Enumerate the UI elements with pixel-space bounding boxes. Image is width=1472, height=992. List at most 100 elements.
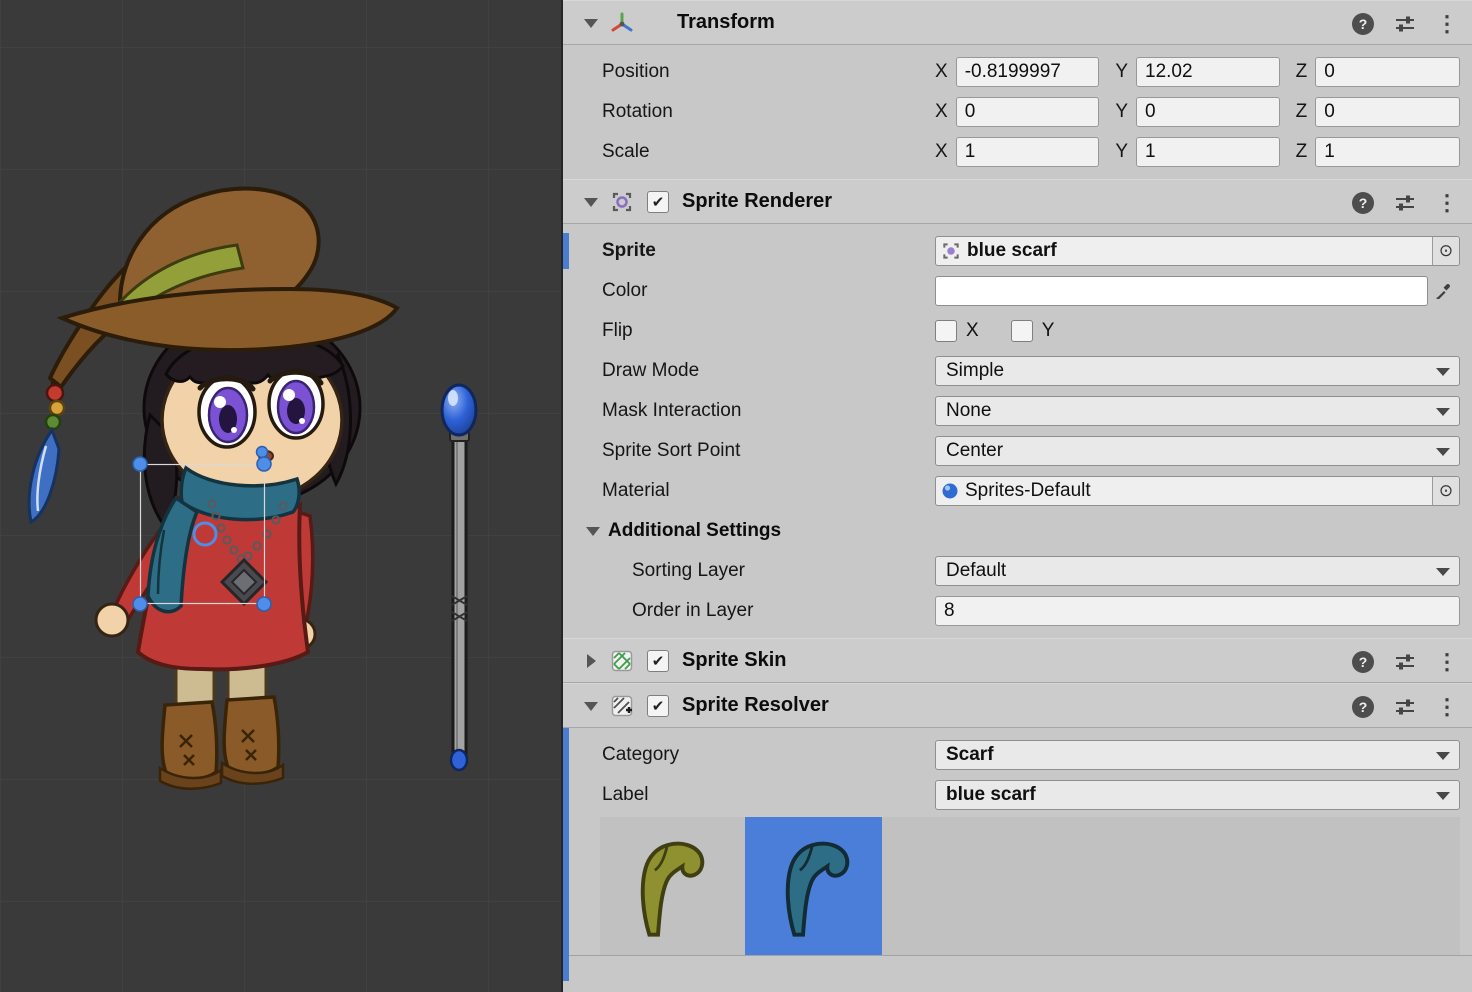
scene-view[interactable]: [0, 0, 563, 992]
sprite-mini-icon: [941, 241, 961, 261]
sorting-layer-row: Sorting Layer Default: [563, 551, 1472, 591]
axis-y-label: Y: [1115, 101, 1128, 123]
component-title: Transform: [677, 11, 775, 34]
material-row: Material Sprites-Default ⊙: [563, 471, 1472, 511]
axis-z-label: Z: [1296, 101, 1308, 123]
scale-label: Scale: [602, 141, 935, 163]
sprite-resolver-body: Category Scarf Label blue scarf: [563, 728, 1472, 981]
sprite-sort-point-row: Sprite Sort Point Center: [563, 431, 1472, 471]
foldout-closed-icon[interactable]: [583, 653, 599, 669]
label-dropdown[interactable]: blue scarf: [935, 780, 1460, 810]
sorting-layer-label: Sorting Layer: [602, 560, 935, 582]
label-row: Label blue scarf: [563, 775, 1472, 815]
sprite-resolver-icon: [609, 693, 635, 719]
sprite-skin-icon: [609, 648, 635, 674]
help-icon[interactable]: ?: [1352, 192, 1374, 214]
object-picker-icon[interactable]: ⊙: [1432, 477, 1459, 505]
eyedropper-icon[interactable]: [1428, 276, 1460, 306]
component-enabled-checkbox[interactable]: ✔: [647, 191, 669, 213]
color-swatch[interactable]: [935, 276, 1428, 306]
label-value: blue scarf: [946, 784, 1036, 806]
scale-row: Scale X1 Y1 Z1: [563, 132, 1472, 172]
foldout-open-icon[interactable]: [583, 698, 599, 714]
material-mini-icon: [941, 482, 959, 500]
flip-y-label: Y: [1042, 320, 1055, 342]
draw-mode-label: Draw Mode: [602, 360, 935, 382]
kebab-menu-icon[interactable]: ⋮: [1436, 13, 1458, 35]
sprite-value: blue scarf: [967, 240, 1426, 262]
component-title: Sprite Renderer: [682, 190, 832, 213]
sprite-row: Sprite blue scarf ⊙: [563, 231, 1472, 271]
draw-mode-row: Draw Mode Simple: [563, 351, 1472, 391]
help-icon[interactable]: ?: [1352, 651, 1374, 673]
sprite-renderer-header[interactable]: ✔ Sprite Renderer ? ⋮: [563, 179, 1472, 224]
help-icon[interactable]: ?: [1352, 13, 1374, 35]
mask-interaction-row: Mask Interaction None: [563, 391, 1472, 431]
presets-icon[interactable]: [1394, 651, 1416, 673]
presets-icon[interactable]: [1394, 192, 1416, 214]
scale-x-field[interactable]: 1: [956, 137, 1100, 167]
sprite-renderer-icon: [609, 189, 635, 215]
position-x-field[interactable]: -0.8199997: [956, 57, 1100, 87]
prefab-override-indicator: [563, 233, 569, 269]
kebab-menu-icon[interactable]: ⋮: [1436, 192, 1458, 214]
kebab-menu-icon[interactable]: ⋮: [1436, 651, 1458, 673]
category-row: Category Scarf: [563, 735, 1472, 775]
sprite-object-field[interactable]: blue scarf ⊙: [935, 236, 1460, 266]
mask-interaction-dropdown[interactable]: None: [935, 396, 1460, 426]
sprite-variant-picker: [600, 817, 1460, 955]
rotation-z-field[interactable]: 0: [1315, 97, 1460, 127]
material-object-field[interactable]: Sprites-Default ⊙: [935, 476, 1460, 506]
chevron-down-icon: [1436, 368, 1450, 376]
presets-icon[interactable]: [1394, 13, 1416, 35]
transform-body: Position X-0.8199997 Y12.02 Z0 Rotation …: [563, 45, 1472, 179]
order-in-layer-field[interactable]: 8: [935, 596, 1460, 626]
presets-icon[interactable]: [1394, 696, 1416, 718]
axis-y-label: Y: [1115, 141, 1128, 163]
axis-y-label: Y: [1115, 61, 1128, 83]
sprite-resolver-header[interactable]: ✔ Sprite Resolver ? ⋮: [563, 683, 1472, 728]
rotation-y-field[interactable]: 0: [1136, 97, 1280, 127]
foldout-open-icon[interactable]: [585, 523, 601, 539]
chevron-down-icon: [1436, 792, 1450, 800]
component-title: Sprite Resolver: [682, 694, 829, 717]
position-label: Position: [602, 61, 935, 83]
foldout-open-icon[interactable]: [583, 194, 599, 210]
flip-x-checkbox[interactable]: [935, 320, 957, 342]
thumbnail-blue-scarf[interactable]: [745, 817, 882, 955]
chevron-down-icon: [1436, 568, 1450, 576]
flip-y-checkbox[interactable]: [1011, 320, 1033, 342]
kebab-menu-icon[interactable]: ⋮: [1436, 696, 1458, 718]
position-z-field[interactable]: 0: [1315, 57, 1460, 87]
component-enabled-checkbox[interactable]: ✔: [647, 650, 669, 672]
category-dropdown[interactable]: Scarf: [935, 740, 1460, 770]
draw-mode-dropdown[interactable]: Simple: [935, 356, 1460, 386]
axis-z-label: Z: [1296, 61, 1308, 83]
sprite-skin-header[interactable]: ✔ Sprite Skin ? ⋮: [563, 638, 1472, 683]
axis-x-label: X: [935, 141, 948, 163]
component-enabled-checkbox[interactable]: ✔: [647, 695, 669, 717]
additional-settings-row[interactable]: Additional Settings: [563, 511, 1472, 551]
thumbnail-green-scarf[interactable]: [600, 817, 737, 955]
flip-row: Flip X Y: [563, 311, 1472, 351]
position-y-field[interactable]: 12.02: [1136, 57, 1280, 87]
order-in-layer-label: Order in Layer: [602, 600, 935, 622]
help-icon[interactable]: ?: [1352, 696, 1374, 718]
sorting-layer-dropdown[interactable]: Default: [935, 556, 1460, 586]
color-row: Color: [563, 271, 1472, 311]
staff-sprite[interactable]: [442, 385, 476, 770]
component-title: Sprite Skin: [682, 649, 786, 672]
scale-z-field[interactable]: 1: [1315, 137, 1460, 167]
character-sprite[interactable]: [29, 189, 397, 789]
rotation-x-field[interactable]: 0: [956, 97, 1100, 127]
scale-y-field[interactable]: 1: [1136, 137, 1280, 167]
sprite-sort-point-value: Center: [946, 440, 1003, 462]
foldout-open-icon[interactable]: [583, 15, 599, 31]
sprite-sort-point-dropdown[interactable]: Center: [935, 436, 1460, 466]
category-value: Scarf: [946, 744, 994, 766]
object-picker-icon[interactable]: ⊙: [1432, 237, 1459, 265]
material-label: Material: [602, 480, 935, 502]
mask-interaction-label: Mask Interaction: [602, 400, 935, 422]
label-label: Label: [602, 784, 935, 806]
transform-header[interactable]: Transform ? ⋮: [563, 0, 1472, 45]
